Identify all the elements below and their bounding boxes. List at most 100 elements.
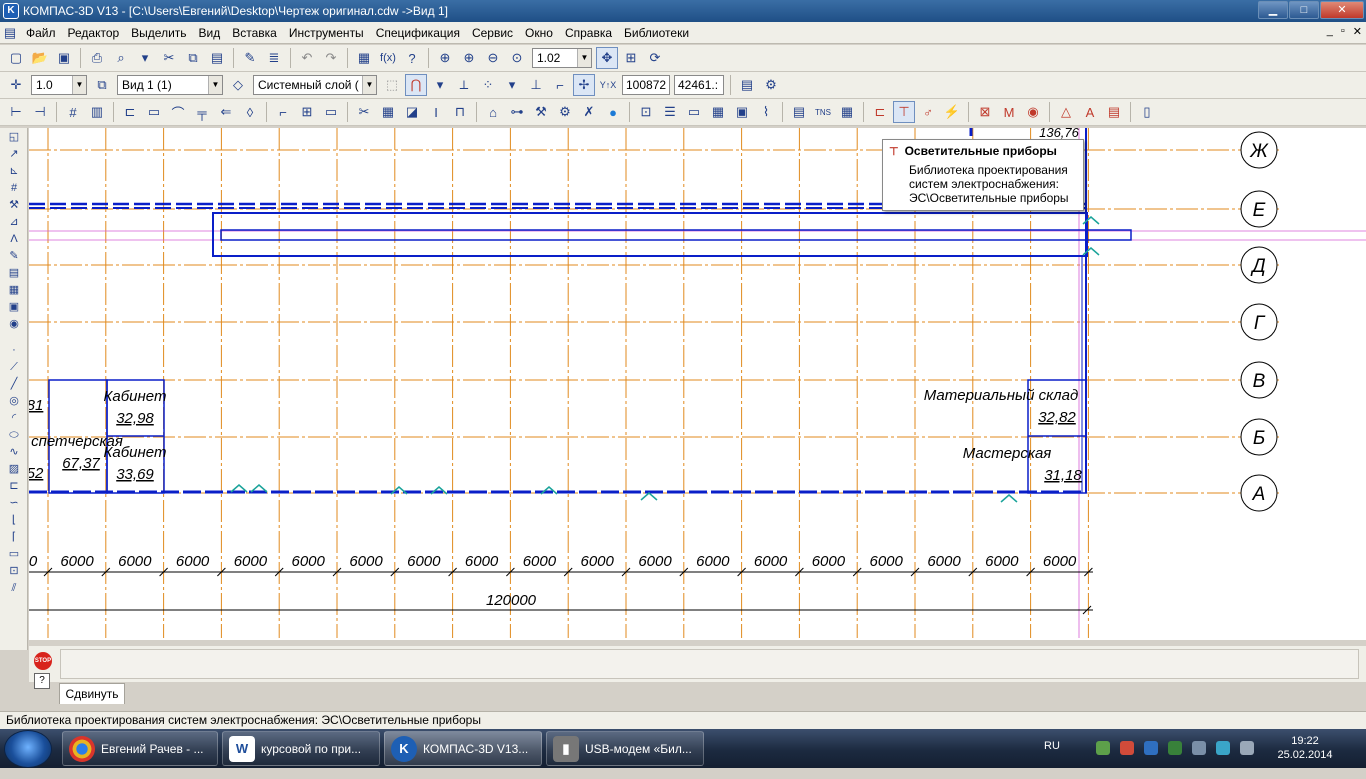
menu-select[interactable]: Выделить <box>125 23 192 43</box>
coord-y-field[interactable]: 42461.: <box>674 75 724 95</box>
task-kompas[interactable]: K КОМПАС-3D V13... <box>384 731 542 766</box>
clock[interactable]: 19:22 25.02.2014 <box>1274 734 1336 762</box>
wall-icon[interactable]: ▥ <box>86 101 108 123</box>
arc-tool-icon[interactable]: ◜ <box>3 410 25 426</box>
diamond-icon[interactable]: ◊ <box>239 101 261 123</box>
nvidia-icon[interactable] <box>1168 741 1182 755</box>
arrow-left-icon[interactable]: ⇐ <box>215 101 237 123</box>
door-icon[interactable]: ⌒ <box>167 101 189 123</box>
menu-tools[interactable]: Инструменты <box>283 23 370 43</box>
spline-tool-icon[interactable]: ∿ <box>3 444 25 460</box>
marker-icon[interactable]: ⊞ <box>296 101 318 123</box>
spec-tool-icon[interactable]: ✎ <box>3 248 25 264</box>
cut-icon[interactable]: ✂ <box>158 47 180 69</box>
ellipse-tool-icon[interactable]: ⬭ <box>3 427 25 443</box>
bezier-tool-icon[interactable]: ∽ <box>3 495 25 511</box>
menu-insert[interactable]: Вставка <box>226 23 283 43</box>
geometry-tool-icon[interactable]: ◱ <box>3 129 25 145</box>
undo-icon[interactable]: ↶ <box>296 47 318 69</box>
help-button[interactable]: ? <box>34 673 50 689</box>
power-icon[interactable]: ◉ <box>1022 101 1044 123</box>
panel-board-icon[interactable]: ⊠ <box>974 101 996 123</box>
print-preview-icon[interactable]: ⌕ <box>110 47 132 69</box>
equipment-icon[interactable]: ⚒ <box>530 101 552 123</box>
document-icon[interactable]: ▤ <box>1 22 19 44</box>
close-button[interactable]: ✕ <box>1320 1 1364 19</box>
properties-panel-icon[interactable]: ▤ <box>736 74 758 96</box>
dimension-icon[interactable]: ⊢ <box>5 101 27 123</box>
hatch-icon[interactable]: ◪ <box>401 101 423 123</box>
insert-view-icon[interactable]: ⊡ <box>635 101 657 123</box>
column-icon[interactable]: ╤ <box>191 101 213 123</box>
menu-view[interactable]: Вид <box>193 23 227 43</box>
cable-icon[interactable]: ⌇ <box>755 101 777 123</box>
switch-icon[interactable]: ⚡ <box>941 101 963 123</box>
copy-icon[interactable]: ⧉ <box>182 47 204 69</box>
grid-dropdown-icon[interactable]: ▾ <box>501 74 523 96</box>
antivirus-icon[interactable] <box>1120 741 1134 755</box>
vk-icon[interactable] <box>1144 741 1158 755</box>
menu-specification[interactable]: Спецификация <box>370 23 466 43</box>
drawing-canvas[interactable]: Кабинет 32,98 Кабинет 33,69 спетчерская 67,37… <box>29 128 1366 640</box>
mdi-minimize-button[interactable]: _ <box>1327 25 1333 38</box>
new-document-icon[interactable]: ▢ <box>5 47 27 69</box>
menu-file[interactable]: Файл <box>20 23 62 43</box>
coordinates-icon[interactable]: Y↑X <box>597 74 619 96</box>
room-icon[interactable]: ▭ <box>320 101 342 123</box>
polyline-tool-icon[interactable]: ⊏ <box>3 478 25 494</box>
zoom-combo[interactable]: 1.02 ▼ <box>532 48 592 68</box>
start-button[interactable] <box>4 730 52 768</box>
library-manager-icon[interactable]: ⌂ <box>482 101 504 123</box>
step-icon[interactable]: ✛ <box>5 74 27 96</box>
socket-icon[interactable]: ♂ <box>917 101 939 123</box>
ortho-icon[interactable]: ⌐ <box>549 74 571 96</box>
variables-icon[interactable]: f(x) <box>377 47 399 69</box>
snap-magnet-icon[interactable]: ⋂ <box>405 74 427 96</box>
insert-tool-icon[interactable]: ▦ <box>3 282 25 298</box>
zoom-out-icon[interactable]: ⊖ <box>482 47 504 69</box>
fragments-tool-icon[interactable]: ▣ <box>3 299 25 315</box>
help-circle-icon[interactable]: ● <box>602 101 624 123</box>
circle-tool-icon[interactable]: ◎ <box>3 393 25 409</box>
segment-tool-icon[interactable]: ╱ <box>3 376 25 392</box>
settings-dropdown-icon[interactable]: ⚙ <box>760 74 782 96</box>
keyboard-icon[interactable]: ▭ <box>683 101 705 123</box>
designations-tool-icon[interactable]: ⊾ <box>3 163 25 179</box>
cursor-step-combo[interactable]: 1.0 ▼ <box>31 75 87 95</box>
view-icon[interactable]: ⧉ <box>91 74 113 96</box>
binoculars-icon[interactable]: ⊶ <box>506 101 528 123</box>
spec-icon[interactable]: ▤ <box>1103 101 1125 123</box>
equidistant-tool-icon[interactable]: ⫽ <box>3 580 25 596</box>
menu-editor[interactable]: Редактор <box>62 23 126 43</box>
layers-stack-icon[interactable]: ☰ <box>659 101 681 123</box>
calculator-icon[interactable]: ▦ <box>707 101 729 123</box>
snap-points-icon[interactable]: ✢ <box>573 74 595 96</box>
grid-icon[interactable]: ⁘ <box>477 74 499 96</box>
menu-help[interactable]: Справка <box>559 23 618 43</box>
minimize-button[interactable]: ▁ <box>1258 1 1288 19</box>
meter-icon[interactable]: M <box>998 101 1020 123</box>
point-tool-icon[interactable]: · <box>3 342 25 358</box>
aux-line-tool-icon[interactable]: ⟋ <box>3 359 25 375</box>
measure-tool-icon[interactable]: ⊿ <box>3 214 25 230</box>
mdi-close-button[interactable]: ✕ <box>1353 25 1362 38</box>
panel-icon[interactable]: ▣ <box>731 101 753 123</box>
zoom-window-icon[interactable]: ⊕ <box>434 47 456 69</box>
report-icon[interactable]: ▤ <box>788 101 810 123</box>
window-icon[interactable]: ▭ <box>143 101 165 123</box>
tns-icon[interactable]: TNS <box>812 101 834 123</box>
mdi-restore-button[interactable]: ▫ <box>1341 25 1345 38</box>
redo-icon[interactable]: ↷ <box>320 47 342 69</box>
show-all-icon[interactable]: ⊞ <box>620 47 642 69</box>
snap-options-icon[interactable]: ⟂ <box>453 74 475 96</box>
local-cs-icon[interactable]: ⊥ <box>525 74 547 96</box>
monitor-icon[interactable] <box>1216 741 1230 755</box>
table-icon[interactable]: ▦ <box>377 101 399 123</box>
lamp-wall-icon[interactable]: ⊏ <box>869 101 891 123</box>
format-brush-icon[interactable]: ✎ <box>239 47 261 69</box>
fillet-tool-icon[interactable]: ⌈ <box>3 529 25 545</box>
transformer-icon[interactable]: △ <box>1055 101 1077 123</box>
print-icon[interactable]: ⎙ <box>86 47 108 69</box>
task-modem[interactable]: ▮ USB-модем «Бил... <box>546 731 704 766</box>
letter-a-icon[interactable]: A <box>1079 101 1101 123</box>
